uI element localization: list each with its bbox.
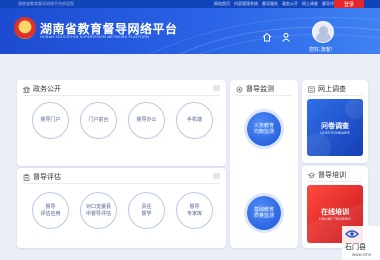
login-button[interactable]: 登录 — [334, 0, 364, 8]
divider — [308, 181, 362, 182]
online-training-title: 在线培训 — [321, 208, 349, 216]
site-header: 湖南省教育督导网络平台 HUNAN EDUCATION SUPERVISION … — [0, 8, 380, 54]
site-watermark: 石门县 www.sme — [342, 226, 380, 260]
item-eval-app[interactable]: 督导 评估应用 — [32, 192, 69, 229]
menu-icon[interactable] — [213, 173, 220, 179]
online-training-subtitle: ONLINE TRAINING — [319, 217, 351, 221]
divider — [308, 95, 362, 96]
divider — [23, 183, 220, 184]
panel-peixun-label: 督导培训 — [318, 171, 346, 179]
panel-peixun-title: 督导培训 — [308, 170, 346, 180]
panel-jiance-label: 督导监测 — [246, 85, 274, 93]
monitor-target-icon — [236, 86, 243, 92]
panel-zhengwu: 政务公开 督导门户 门户前台 督导办公 手机端 — [17, 80, 226, 166]
item-basic-edu-quality-monitor[interactable]: 基础教育 质量监测 — [247, 196, 281, 230]
top-links: 网站首页 内容管理系统 督导服务 政务公开 网上调查 督导评估 — [214, 1, 338, 7]
item-duodao-office[interactable]: 督导办公 — [128, 102, 165, 139]
divider — [23, 95, 220, 96]
panel-jiance: 督导监测 义务教育 均衡监测 基础教育 质量监测 — [230, 80, 298, 248]
user-icon[interactable] — [281, 32, 291, 42]
user-greeting: 您好,游客! — [309, 47, 333, 53]
top-link-home[interactable]: 网站首页 — [214, 1, 230, 7]
watermark-url: www.sme — [352, 252, 372, 257]
home-icon[interactable] — [262, 32, 272, 42]
avatar[interactable] — [312, 21, 334, 43]
item-compulsory-edu-monitor[interactable]: 义务教育 均衡监测 — [247, 112, 281, 146]
watermark-text: 石门县 — [345, 243, 366, 251]
panel-diaocha-label: 网上调查 — [318, 85, 346, 93]
top-link-service[interactable]: 督导服务 — [262, 1, 278, 7]
watermark-logo-icon — [345, 230, 359, 238]
divider — [236, 95, 292, 96]
top-link-gov[interactable]: 政务公开 — [282, 1, 298, 7]
panel-diaocha-title: 网上调查 — [308, 84, 346, 94]
panel-jiance-title: 督导监测 — [236, 84, 274, 94]
clipboard-icon — [23, 173, 30, 181]
top-link-survey[interactable]: 网上调查 — [302, 1, 318, 7]
item-mobile[interactable]: 手机端 — [176, 102, 213, 139]
panel-pinggu: 督导评估 督导 评估应用 对口支援县 中督导评估 责任 督学 督导 专家库 — [17, 168, 226, 248]
item-responsible-inspector[interactable]: 责任 督学 — [128, 192, 165, 229]
site-subtitle: HUNAN EDUCATION SUPERVISION NETWORK PLAT… — [40, 35, 150, 39]
welcome-text: 湖南省教育督导网络平台欢迎您 — [18, 1, 74, 6]
panel-pinggu-title: 督导评估 — [23, 172, 61, 182]
survey-icon — [308, 86, 315, 92]
panel-pinggu-label: 督导评估 — [33, 173, 61, 181]
item-expert-library[interactable]: 督导 专家库 — [176, 192, 213, 229]
panel-zhengwu-title: 政务公开 — [23, 84, 61, 94]
questionnaire-subtitle: QUESTIONNAIRE — [320, 131, 350, 135]
training-icon — [308, 172, 315, 178]
national-emblem-logo — [14, 17, 36, 39]
questionnaire-card[interactable]: 问卷调查 QUESTIONNAIRE — [307, 99, 363, 156]
questionnaire-title: 问卷调查 — [321, 122, 349, 130]
item-portal-frontend[interactable]: 门户前台 — [80, 102, 117, 139]
item-support-county-eval[interactable]: 对口支援县 中督导评估 — [80, 192, 117, 229]
top-link-cms[interactable]: 内容管理系统 — [234, 1, 258, 7]
item-duodao-portal[interactable]: 督导门户 — [32, 102, 69, 139]
menu-icon[interactable] — [213, 85, 220, 91]
panel-zhengwu-label: 政务公开 — [33, 85, 61, 93]
panel-diaocha: 网上调查 问卷调查 QUESTIONNAIRE — [302, 80, 368, 163]
top-bar: 湖南省教育督导网络平台欢迎您 网站首页 内容管理系统 督导服务 政务公开 网上调… — [0, 0, 380, 8]
bank-icon — [23, 85, 30, 93]
